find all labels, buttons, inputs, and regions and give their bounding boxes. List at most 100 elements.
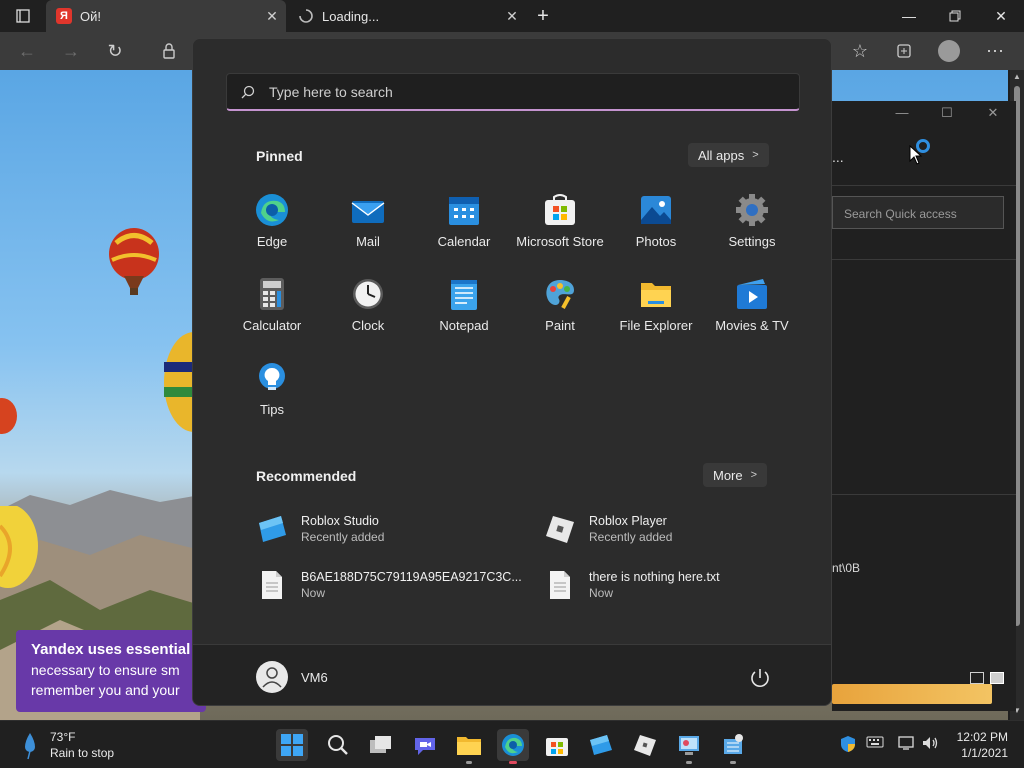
- restore-button[interactable]: [932, 0, 978, 32]
- pinned-app-file-explorer[interactable]: File Explorer: [608, 273, 704, 345]
- taskbar-edge[interactable]: [497, 729, 529, 764]
- pinned-app-paint[interactable]: Paint: [512, 273, 608, 345]
- tab-loading[interactable]: Loading... ✕: [288, 0, 526, 32]
- pinned-heading: Pinned: [256, 148, 303, 164]
- folder-icon: [457, 737, 481, 755]
- movies-icon: [737, 279, 767, 309]
- taskbar-roblox-player[interactable]: [629, 729, 661, 761]
- recommended-item[interactable]: B6AE188D75C79119A95EA9217C3C... Now: [256, 569, 522, 601]
- pinned-app-notepad[interactable]: Notepad: [416, 273, 512, 345]
- pinned-app-microsoft-store[interactable]: Microsoft Store: [512, 189, 608, 261]
- recommended-name: B6AE188D75C79119A95EA9217C3C...: [301, 570, 522, 584]
- more-button[interactable]: More >: [703, 463, 768, 487]
- pinned-app-settings[interactable]: Settings: [704, 189, 800, 261]
- collections-button[interactable]: [889, 36, 919, 66]
- power-icon[interactable]: [749, 667, 771, 689]
- tab-yandex[interactable]: Я Ой! ✕: [46, 0, 286, 32]
- weather-temp: 73°F: [50, 730, 76, 744]
- taskbar-remote-app[interactable]: [717, 729, 749, 764]
- app-label: Photos: [635, 234, 677, 249]
- minimize-button[interactable]: —: [886, 0, 932, 32]
- scroll-up-arrow[interactable]: ▲: [1010, 72, 1024, 81]
- pinned-app-photos[interactable]: Photos: [608, 189, 704, 261]
- recommended-subtitle: Recently added: [301, 530, 385, 544]
- taskbar-search-button[interactable]: [321, 729, 353, 761]
- forward-button[interactable]: →: [56, 36, 86, 66]
- search-icon: [241, 85, 255, 98]
- file-icon: [262, 571, 282, 599]
- notepad-icon: [451, 280, 477, 310]
- settings-more-button[interactable]: ⋯: [980, 36, 1010, 66]
- weather-widget[interactable]: 73°F Rain to stop: [22, 729, 114, 761]
- close-window-button[interactable]: ✕: [978, 0, 1024, 32]
- volume-icon[interactable]: [921, 735, 939, 754]
- details-view-icon[interactable]: [970, 672, 984, 684]
- quick-access-search[interactable]: Search Quick access: [832, 196, 1004, 229]
- pinned-app-calendar[interactable]: Calendar: [416, 189, 512, 261]
- taskbar-control-panel[interactable]: [673, 729, 705, 764]
- explorer-close-button[interactable]: ✕: [978, 105, 1008, 121]
- app-label: Notepad: [439, 318, 489, 333]
- back-button[interactable]: ←: [12, 36, 42, 66]
- taskbar-microsoft-store[interactable]: [541, 729, 573, 761]
- explorer-minimize-button[interactable]: —: [887, 105, 917, 120]
- app-label: Microsoft Store: [516, 234, 604, 249]
- task-view-button[interactable]: [365, 729, 397, 761]
- new-tab-button[interactable]: +: [527, 0, 559, 32]
- collections-icon: [897, 44, 911, 58]
- explorer-more-icon[interactable]: ...: [832, 149, 844, 165]
- network-icon[interactable]: [898, 735, 916, 754]
- recommended-item[interactable]: Roblox Studio Recently added: [256, 513, 384, 545]
- cookie-banner-text: necessary to ensure sm: [31, 662, 180, 678]
- lock-icon: [154, 36, 184, 66]
- tab-close-icon[interactable]: ✕: [498, 8, 526, 25]
- remote-desktop-icon: [724, 734, 743, 754]
- app-label: Edge: [256, 234, 288, 249]
- clock-time: 12:02 PM: [956, 730, 1008, 744]
- cookie-banner-text: remember you and your: [31, 682, 180, 698]
- tiles-view-icon[interactable]: [990, 672, 1004, 684]
- all-apps-button[interactable]: All apps >: [688, 143, 769, 167]
- windows-security-icon[interactable]: [840, 735, 856, 756]
- pinned-app-movies-tv[interactable]: Movies & TV: [704, 273, 800, 345]
- pinned-app-mail[interactable]: Mail: [320, 189, 416, 261]
- app-label: File Explorer: [619, 318, 693, 333]
- hot-air-balloon: [0, 398, 17, 434]
- paint-icon: [546, 280, 574, 309]
- photos-icon: [641, 196, 671, 224]
- folder-icon: [641, 283, 671, 307]
- pinned-app-calculator[interactable]: Calculator: [224, 273, 320, 345]
- taskbar-file-explorer[interactable]: [453, 729, 485, 764]
- system-clock[interactable]: 12:02 PM 1/1/2021: [948, 729, 1008, 761]
- chevron-right-icon: >: [750, 469, 758, 481]
- explorer-maximize-button[interactable]: ☐: [932, 105, 962, 121]
- pinned-app-tips[interactable]: Tips: [224, 357, 320, 429]
- profile-avatar-button[interactable]: [934, 36, 964, 66]
- roblox-player-icon: [634, 735, 656, 756]
- tab-actions-button[interactable]: [0, 0, 46, 32]
- app-label: Tips: [259, 402, 285, 417]
- calculator-icon: [260, 278, 284, 310]
- user-avatar[interactable]: [256, 661, 288, 693]
- search-placeholder: Type here to search: [269, 83, 393, 100]
- favorites-button[interactable]: ☆: [845, 36, 875, 66]
- control-panel-icon: [679, 736, 699, 755]
- file-icon: [550, 571, 570, 599]
- start-button[interactable]: [276, 729, 308, 761]
- user-name[interactable]: VM6: [301, 670, 328, 685]
- chat-button[interactable]: [409, 729, 441, 761]
- recommended-item[interactable]: Roblox Player Recently added: [544, 513, 672, 545]
- recommended-item[interactable]: there is nothing here.txt Now: [544, 569, 720, 601]
- tab-close-icon[interactable]: ✕: [258, 8, 286, 25]
- pinned-app-edge[interactable]: Edge: [224, 189, 320, 261]
- refresh-button[interactable]: ↻: [100, 36, 130, 66]
- loading-spinner-icon: [298, 8, 314, 24]
- calendar-icon: [449, 197, 479, 225]
- keyboard-icon[interactable]: [866, 735, 884, 752]
- app-label: Settings: [728, 234, 776, 249]
- explorer-progress-bar: [832, 684, 992, 704]
- store-icon: [545, 194, 575, 225]
- pinned-app-clock[interactable]: Clock: [320, 273, 416, 345]
- start-search-box[interactable]: Type here to search: [226, 73, 800, 111]
- taskbar-roblox-studio[interactable]: [585, 729, 617, 761]
